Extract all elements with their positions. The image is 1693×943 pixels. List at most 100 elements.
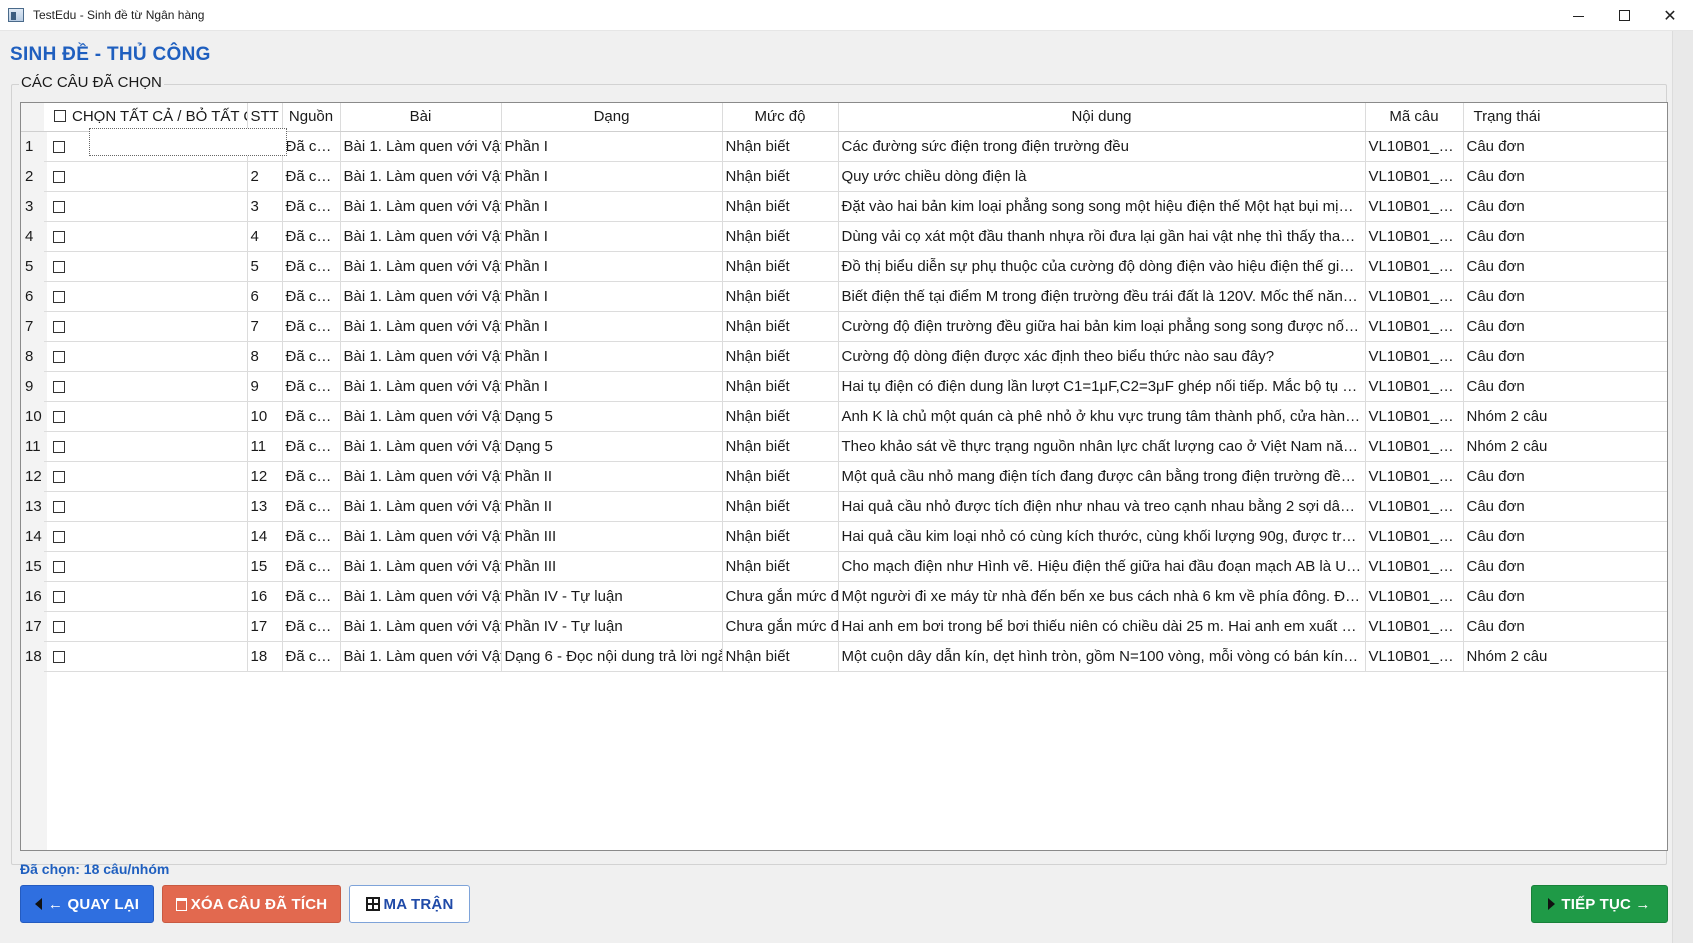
cell-code[interactable]: VL10B01_C4.17 (1365, 611, 1464, 642)
cell-status[interactable]: Câu đơn (1463, 491, 1667, 522)
row-checkbox[interactable] (53, 200, 65, 213)
row-checkbox[interactable] (53, 620, 65, 633)
cell-lesson[interactable]: Bài 1. Làm quen với Vật lí (340, 161, 502, 192)
table-row[interactable]: 2 2 Đã chọn Bài 1. Làm quen với Vật lí Phần … (21, 161, 1667, 192)
cell-code[interactable]: VL10B01_C1.8 (1365, 341, 1464, 372)
cell-source[interactable]: Đã chọn (282, 461, 341, 492)
cell-source[interactable]: Đã chọn (282, 551, 341, 582)
cell-stt[interactable]: 3 (247, 191, 283, 222)
cell-type[interactable]: Phần I (501, 191, 723, 222)
cell-type[interactable]: Phần I (501, 221, 723, 252)
cell-stt[interactable]: 10 (247, 401, 283, 432)
row-checkbox[interactable] (53, 650, 65, 663)
cell-level[interactable]: Nhận biết (722, 431, 839, 462)
row-checkbox[interactable] (53, 470, 65, 483)
cell-status[interactable]: Câu đơn (1463, 461, 1667, 492)
cell-lesson[interactable]: Bài 1. Làm quen với Vật lí (340, 581, 502, 612)
cell-stt[interactable]: 17 (247, 611, 283, 642)
cell-content[interactable]: Hai quả cầu nhỏ được tích điện như nhau … (838, 491, 1366, 522)
row-checkbox[interactable] (53, 170, 65, 183)
close-button[interactable]: ✕ (1647, 0, 1693, 31)
cell-content[interactable]: Một người đi xe máy từ nhà đến bến xe bu… (838, 581, 1366, 612)
row-checkbox[interactable] (53, 440, 65, 453)
column-header-code[interactable]: Mã câu (1365, 103, 1464, 132)
cell-code[interactable]: VL10B01_C3.14 (1365, 521, 1464, 552)
cell-source[interactable]: Đã chọn (282, 371, 341, 402)
row-checkbox[interactable] (53, 290, 65, 303)
cell-content[interactable]: Một cuộn dây dẫn kín, dẹt hình tròn, gồm… (838, 641, 1366, 672)
table-row[interactable]: 7 7 Đã chọn Bài 1. Làm quen với Vật lí Phần … (21, 311, 1667, 342)
cell-stt[interactable]: 9 (247, 371, 283, 402)
cell-code[interactable]: VL10B01_C1.9 (1365, 371, 1464, 402)
cell-type[interactable]: Phần III (501, 551, 723, 582)
cell-type[interactable]: Phần I (501, 251, 723, 282)
cell-source[interactable]: Đã chọn (282, 611, 341, 642)
cell-stt[interactable]: 4 (247, 221, 283, 252)
cell-status[interactable]: Câu đơn (1463, 281, 1667, 312)
cell-level[interactable]: Nhận biết (722, 191, 839, 222)
cell-code[interactable]: VL10B01_C4.16 (1365, 581, 1464, 612)
cell-status[interactable]: Câu đơn (1463, 521, 1667, 552)
cell-status[interactable]: Nhóm 2 câu (1463, 431, 1667, 462)
table-row[interactable]: 8 8 Đã chọn Bài 1. Làm quen với Vật lí Phần … (21, 341, 1667, 372)
cell-type[interactable]: Dạng 5 (501, 401, 723, 432)
table-row[interactable]: 9 9 Đã chọn Bài 1. Làm quen với Vật lí Phần … (21, 371, 1667, 402)
cell-type[interactable]: Dạng 6 - Đọc nội dung trả lời ngắn (501, 641, 723, 672)
column-header-status[interactable]: Trạng thái (1463, 103, 1667, 132)
cell-source[interactable]: Đã chọn (282, 281, 341, 312)
cell-level[interactable]: Nhận biết (722, 371, 839, 402)
cell-code[interactable]: VL10B01_C1.5 (1365, 251, 1464, 282)
cell-stt[interactable]: 15 (247, 551, 283, 582)
cell-content[interactable]: Biết điện thế tại điểm M trong điện trườ… (838, 281, 1366, 312)
cell-code[interactable]: VL10B01_C5.11 (1365, 431, 1464, 462)
cell-status[interactable]: Nhóm 2 câu (1463, 401, 1667, 432)
cell-content[interactable]: Đồ thị biểu diễn sự phụ thuộc của cường … (838, 251, 1366, 282)
row-checkbox[interactable] (53, 380, 65, 393)
cell-source[interactable]: Đã chọn (282, 521, 341, 552)
column-header-content[interactable]: Nội dung (838, 103, 1366, 132)
cell-lesson[interactable]: Bài 1. Làm quen với Vật lí (340, 371, 502, 402)
cell-lesson[interactable]: Bài 1. Làm quen với Vật lí (340, 131, 502, 162)
column-header-level[interactable]: Mức độ (722, 103, 839, 132)
cell-status[interactable]: Câu đơn (1463, 251, 1667, 282)
cell-lesson[interactable]: Bài 1. Làm quen với Vật lí (340, 641, 502, 672)
cell-level[interactable]: Chưa gắn mức độ (722, 611, 839, 642)
cell-level[interactable]: Nhận biết (722, 551, 839, 582)
cell-level[interactable]: Nhận biết (722, 521, 839, 552)
table-row[interactable]: 17 17 Đã chọn Bài 1. Làm quen với Vật lí Phầ… (21, 611, 1667, 642)
cell-type[interactable]: Phần I (501, 131, 723, 162)
cell-status[interactable]: Câu đơn (1463, 611, 1667, 642)
cell-content[interactable]: Đặt vào hai bản kim loại phẳng song song… (838, 191, 1366, 222)
cell-source[interactable]: Đã chọn (282, 401, 341, 432)
table-row[interactable]: 18 18 Đã chọn Bài 1. Làm quen với Vật lí Dạn… (21, 641, 1667, 672)
cell-code[interactable]: VL10B01_C5.10 (1365, 401, 1464, 432)
cell-level[interactable]: Chưa gắn mức độ (722, 581, 839, 612)
cell-source[interactable]: Đã chọn (282, 221, 341, 252)
table-row[interactable]: 14 14 Đã chọn Bài 1. Làm quen với Vật lí Phầ… (21, 521, 1667, 552)
cell-lesson[interactable]: Bài 1. Làm quen với Vật lí (340, 521, 502, 552)
cell-type[interactable]: Phần IV - Tự luận (501, 581, 723, 612)
row-checkbox[interactable] (53, 590, 65, 603)
cell-content[interactable]: Cường độ dòng điện được xác định theo bi… (838, 341, 1366, 372)
cell-lesson[interactable]: Bài 1. Làm quen với Vật lí (340, 311, 502, 342)
cell-stt[interactable]: 5 (247, 251, 283, 282)
row-checkbox[interactable] (53, 260, 65, 273)
cell-code[interactable]: VL10B01_C1.4 (1365, 221, 1464, 252)
cell-stt[interactable]: 6 (247, 281, 283, 312)
cell-stt[interactable]: 2 (247, 161, 283, 192)
cell-source[interactable]: Đã chọn (282, 431, 341, 462)
select-all-checkbox[interactable] (54, 109, 66, 122)
cell-type[interactable]: Phần I (501, 341, 723, 372)
cell-level[interactable]: Nhận biết (722, 461, 839, 492)
cell-type[interactable]: Phần I (501, 311, 723, 342)
selected-questions-grid[interactable]: CHỌN TẤT CẢ / BỎ TẤT CẢ STT Nguồn Bài Dạ… (20, 102, 1668, 851)
cell-lesson[interactable]: Bài 1. Làm quen với Vật lí (340, 431, 502, 462)
cell-code[interactable]: VL10B01_C6.18 (1365, 641, 1464, 672)
column-header-stt[interactable]: STT (247, 103, 283, 132)
column-header-type[interactable]: Dạng (501, 103, 723, 132)
cell-lesson[interactable]: Bài 1. Làm quen với Vật lí (340, 461, 502, 492)
cell-content[interactable]: Các đường sức điện trong điện trường đều (838, 131, 1366, 162)
row-checkbox[interactable] (53, 530, 65, 543)
cell-source[interactable]: Đã chọn (282, 191, 341, 222)
cell-stt[interactable]: 16 (247, 581, 283, 612)
